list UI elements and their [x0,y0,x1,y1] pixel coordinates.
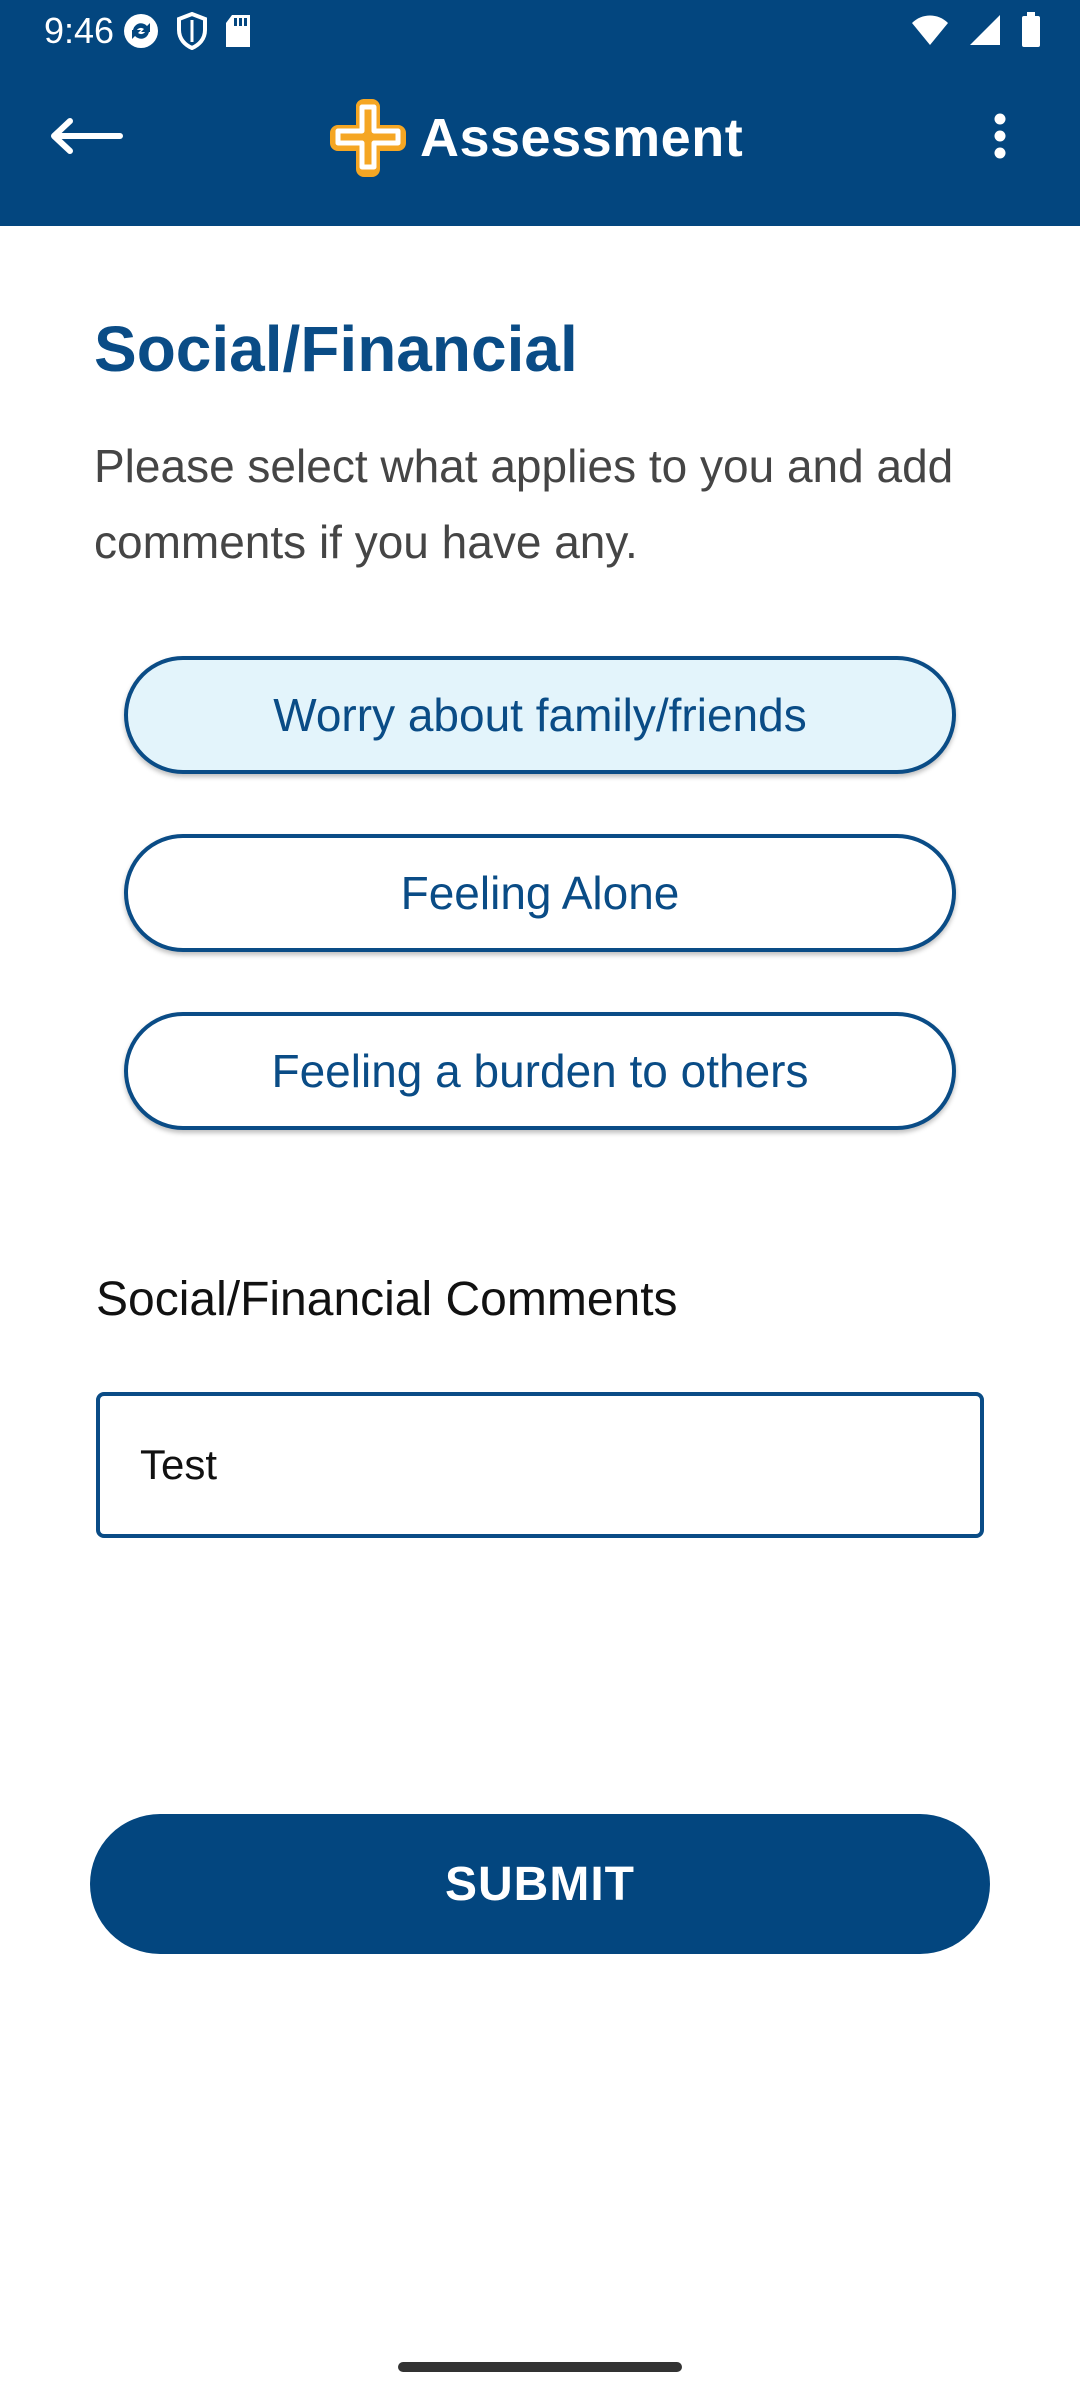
arrow-left-icon [51,118,123,154]
option-worry-about-family-friends[interactable]: Worry about family/friends [124,656,956,774]
wifi-icon [912,15,948,45]
comments-input[interactable]: Test [96,1392,984,1538]
status-bar: 9:46 [0,0,1080,62]
sync-icon [124,14,158,48]
back-button[interactable] [40,100,132,172]
comments-input-value: Test [140,1441,218,1488]
app-bar: 9:46 Assessment [0,0,1080,226]
instructions-text: Please select what applies to you and ad… [94,440,954,568]
status-time: 9:46 [44,10,115,51]
status-icons-left [122,12,252,50]
submit-button[interactable]: SUBMIT [90,1814,990,1954]
assessment-screen: 9:46 Assessment Social/Financial Please … [0,0,1080,2400]
option-feeling-alone[interactable]: Feeling Alone [124,834,956,952]
comments-label: Social/Financial Comments [96,1273,678,1326]
section-title: Social/Financial [94,313,578,385]
signal-icon [970,15,1000,45]
home-indicator[interactable] [398,2362,682,2372]
more-vertical-icon [994,113,1006,159]
shield-icon [177,12,207,50]
battery-icon [1022,12,1040,47]
sd-card-icon [226,15,250,47]
cross-logo-icon [330,99,406,177]
option-feeling-a-burden[interactable]: Feeling a burden to others [124,1012,956,1130]
status-icons-right [910,12,1042,48]
app-title: Assessment [420,108,744,168]
more-options-button[interactable] [964,100,1036,172]
app-brand: Assessment [330,96,743,180]
